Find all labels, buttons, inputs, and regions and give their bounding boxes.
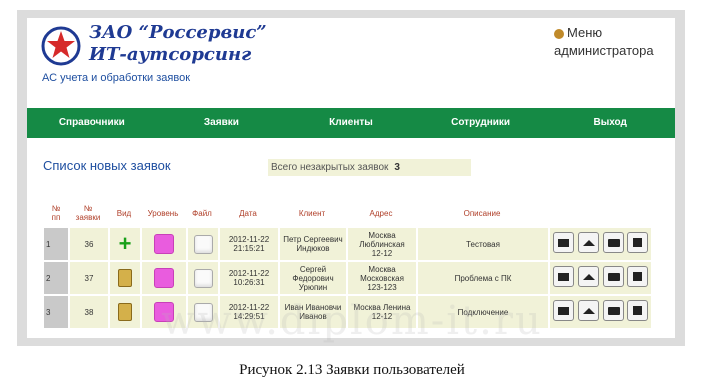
company-name: ЗАО “Россервис” ИТ-аутсорсинг xyxy=(89,22,267,66)
figure-caption: Рисунок 2.13 Заявки пользователей xyxy=(239,362,465,378)
level-cell xyxy=(142,262,186,294)
header-client: Клиент xyxy=(298,209,326,218)
description-cell: Проблема с ПК xyxy=(418,262,548,294)
comment-icon[interactable] xyxy=(553,266,574,287)
comment-icon[interactable] xyxy=(553,232,574,253)
total-value: 3 xyxy=(394,162,400,173)
briefcase-icon[interactable] xyxy=(603,232,624,253)
home-icon[interactable] xyxy=(578,232,599,253)
header-address: Адрес xyxy=(369,209,393,218)
stop-icon[interactable] xyxy=(627,266,648,287)
nav-item-references[interactable]: Справочники xyxy=(27,108,157,138)
watermark: www.diplom-it.ru xyxy=(161,298,543,344)
client-cell: Сергей Федорович Урюпин xyxy=(280,262,346,294)
kind-cell xyxy=(110,262,140,294)
table-row: 2 37 2012-11-22 10:26:31 Сергей Федорович У… xyxy=(27,262,675,295)
table-row: 1 36 +2012-11-22 21:15:21 Петр Сергеевич Ин… xyxy=(27,228,675,261)
nav-item-clients[interactable]: Клиенты xyxy=(286,108,416,138)
address-cell: Москва Люблинская 12-12 xyxy=(348,228,416,260)
admin-menu-link[interactable]: Меню администратора xyxy=(554,24,654,60)
company-logo xyxy=(41,26,81,66)
plus-icon[interactable]: + xyxy=(119,233,132,255)
kind-cell: + xyxy=(110,228,140,260)
app-page: ЗАО “Россервис” ИТ-аутсорсинг АС учета и… xyxy=(27,18,675,338)
nav-item-logout[interactable]: Выход xyxy=(545,108,675,138)
briefcase-icon[interactable] xyxy=(603,266,624,287)
file-button[interactable] xyxy=(193,268,213,288)
list-title: Список новых заявок xyxy=(43,158,171,173)
row-number: 2 xyxy=(44,262,68,294)
home-icon[interactable] xyxy=(578,266,599,287)
file-cell xyxy=(188,262,218,294)
request-id: 36 xyxy=(70,228,108,260)
file-button[interactable] xyxy=(193,234,213,254)
header-kind: Вид xyxy=(116,209,132,218)
client-cell: Петр Сергеевич Индюков xyxy=(280,228,346,260)
header-level: Уровень xyxy=(147,209,179,218)
nav-item-employees[interactable]: Сотрудники xyxy=(416,108,546,138)
document-icon[interactable] xyxy=(118,269,132,287)
company-name-line2: ИТ-аутсорсинг xyxy=(89,44,252,65)
open-requests-total: Всего незакрытых заявок 3 xyxy=(268,159,471,176)
description-cell: Тестовая xyxy=(418,228,548,260)
header-id: № заявки xyxy=(75,204,101,222)
level-indicator xyxy=(154,234,174,254)
level-indicator xyxy=(154,268,174,288)
level-cell xyxy=(142,228,186,260)
file-cell xyxy=(188,228,218,260)
date-cell: 2012-11-22 10:26:31 xyxy=(220,262,278,294)
admin-menu-line2: администратора xyxy=(554,43,654,58)
address-cell: Москва Московская 123-123 xyxy=(348,262,416,294)
header-num: № пп xyxy=(51,204,61,222)
admin-icon xyxy=(554,28,564,39)
row-number: 1 xyxy=(44,228,68,260)
header-date: Дата xyxy=(239,209,257,218)
admin-menu-line1: Меню xyxy=(567,25,603,40)
header-file: Файл xyxy=(192,209,212,218)
stop-icon[interactable] xyxy=(627,232,648,253)
main-nav: Справочники Заявки Клиенты Сотрудники Вы… xyxy=(27,108,675,138)
request-id: 37 xyxy=(70,262,108,294)
header-description: Описание xyxy=(463,209,501,218)
nav-item-requests[interactable]: Заявки xyxy=(157,108,287,138)
total-label: Всего незакрытых заявок xyxy=(271,162,389,173)
system-subtitle: АС учета и обработки заявок xyxy=(42,72,191,84)
company-name-line1: ЗАО “Россервис” xyxy=(89,22,267,43)
date-cell: 2012-11-22 21:15:21 xyxy=(220,228,278,260)
